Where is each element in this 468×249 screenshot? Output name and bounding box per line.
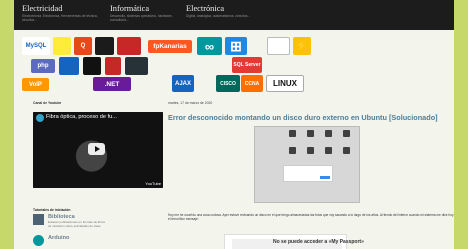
voip-logo: VoIP — [22, 78, 49, 91]
ajax-logo: AJAX — [172, 75, 194, 92]
left-background-band — [0, 0, 14, 249]
terminal-logo — [95, 37, 114, 55]
document-icon — [325, 130, 332, 137]
technology-logo-strip: MySQL Q fpKanarias ∞ ⊞ ⚡ php SQL Server … — [22, 37, 344, 92]
nav-description: Electrotécnia, Electrónica, Herramientas… — [22, 14, 98, 22]
tutorials-section-title: Tutoriales de iniciación — [33, 208, 71, 212]
php-logo: php — [31, 59, 55, 73]
dotnet-logo: .NET — [93, 77, 131, 91]
library-icon — [33, 214, 44, 225]
nav-title[interactable]: Electrónica — [186, 4, 328, 13]
nav-electricidad[interactable]: Electricidad Electrotécnia, Electrónica,… — [14, 0, 102, 30]
crown-logo — [59, 57, 79, 75]
fpkanarias-logo: fpKanarias — [148, 40, 192, 53]
blog-post: martes, 17 de marzo de 2020 Error descon… — [168, 101, 454, 249]
grid-logo — [267, 37, 290, 55]
error-dialog — [283, 165, 333, 182]
windows-logo: ⊞ — [225, 37, 247, 55]
nav-description: Desarrollo, sistemas operativos, hardwar… — [110, 14, 173, 22]
music-icon — [289, 147, 296, 154]
arduino-logo: ∞ — [197, 37, 222, 55]
nav-informatica[interactable]: Informática Desarrollo, sistemas operati… — [102, 0, 178, 30]
sql-server-logo: SQL Server — [232, 57, 262, 73]
arduino-icon — [33, 235, 44, 246]
dialog-button[interactable] — [320, 176, 330, 179]
ubuntu-error-screenshot — [254, 126, 360, 203]
channel-avatar-icon — [36, 114, 44, 122]
left-sidebar: Canal de Youtube Fibra óptica, proceso d… — [33, 101, 163, 249]
share-icon — [325, 147, 332, 154]
post-body: Hoy me he ocurrido una cosa curiosa. Aye… — [168, 213, 454, 221]
youtube-label: YouTube — [145, 181, 161, 186]
play-icon[interactable] — [88, 143, 105, 155]
sidebar-item-biblioteca[interactable]: Biblioteca Enlaces publicaciones en form… — [33, 214, 163, 230]
video-title[interactable]: Fibra óptica, proceso de fu... — [46, 114, 148, 120]
nav-title[interactable]: Electricidad — [22, 4, 102, 13]
top-navigation: Electricidad Electrotécnia, Electrónica,… — [14, 0, 454, 30]
folder-icon — [343, 130, 350, 137]
youtube-section-title: Canal de Youtube — [33, 101, 62, 105]
nav-title[interactable]: Informática — [110, 4, 178, 13]
sidebar-item-arduino[interactable]: Arduino — [33, 235, 163, 249]
sidebar-item-description: Enlaces publicaciones en formato de libr… — [48, 220, 106, 228]
ccna-logo: CCNA — [241, 75, 263, 92]
post-date: martes, 17 de marzo de 2020 — [168, 101, 213, 105]
right-background-band — [454, 0, 468, 249]
download-icon — [307, 130, 314, 137]
youtube-video-player[interactable]: Fibra óptica, proceso de fu... YouTube — [33, 112, 163, 188]
linux-tux-logo — [83, 57, 101, 75]
electrical-logo: ⚡ — [293, 37, 311, 55]
video-icon — [343, 147, 350, 154]
raspberry-logo — [105, 57, 121, 75]
cisco-logo: CISCO — [216, 75, 240, 92]
mysql-logo: MySQL — [22, 37, 50, 55]
nav-electronica[interactable]: Electrónica Digital, analógica, automati… — [178, 0, 328, 30]
warning-image: No se puede acceder a «My Passport» — [224, 234, 364, 249]
folder-icon — [289, 130, 296, 137]
q-logo: Q — [74, 37, 92, 55]
image-icon — [307, 147, 314, 154]
sidebar-item-name[interactable]: Arduino — [48, 235, 69, 241]
electric-logo — [53, 37, 71, 55]
pixel-logo — [117, 37, 141, 55]
post-title[interactable]: Error desconocido montando un disco duro… — [168, 113, 438, 122]
nav-description: Digital, analógica, automatismos, circui… — [186, 14, 251, 18]
linux-foundation-logo: LINUX — [266, 75, 304, 92]
warning-message: No se puede acceder a «My Passport» — [273, 239, 364, 245]
code-logo — [125, 57, 148, 75]
